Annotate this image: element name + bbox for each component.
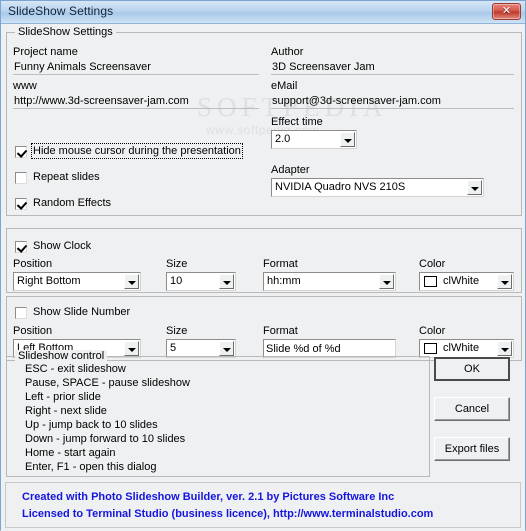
chevron-down-icon[interactable] bbox=[467, 180, 482, 195]
adapter-combo[interactable]: NVIDIA Quadro NVS 210S bbox=[271, 178, 484, 197]
checkbox-box bbox=[15, 241, 27, 253]
clock-color-label: Color bbox=[419, 258, 446, 270]
chevron-down-icon[interactable] bbox=[124, 341, 139, 356]
chevron-down-icon[interactable] bbox=[219, 274, 234, 289]
chevron-down-icon[interactable] bbox=[497, 341, 512, 356]
chevron-down-icon[interactable] bbox=[379, 274, 394, 289]
export-files-button-label: Export files bbox=[444, 443, 500, 455]
cancel-button[interactable]: Cancel bbox=[434, 397, 510, 421]
chevron-down-icon[interactable] bbox=[497, 274, 512, 289]
slide-number-color-label: Color bbox=[419, 325, 446, 337]
effect-time-combo[interactable]: 2.0 bbox=[271, 130, 357, 149]
ok-button-label: OK bbox=[464, 363, 480, 375]
control-line: Down - jump forward to 10 slides bbox=[25, 433, 186, 445]
clock-position-value: Right Bottom bbox=[17, 275, 81, 287]
www-input[interactable] bbox=[13, 94, 259, 109]
close-button[interactable]: ✕ bbox=[492, 3, 521, 20]
random-effects-label: Random Effects bbox=[33, 197, 112, 209]
project-name-label: Project name bbox=[13, 46, 78, 58]
project-name-input[interactable] bbox=[13, 60, 259, 75]
email-label: eMail bbox=[271, 80, 298, 92]
adapter-label: Adapter bbox=[271, 164, 310, 176]
slide-number-format-label: Format bbox=[263, 325, 298, 337]
clock-size-label: Size bbox=[166, 258, 188, 270]
slideshow-settings-window: SlideShow Settings ✕ SOFTPEDIA™ www.soft… bbox=[0, 0, 526, 531]
effect-time-value: 2.0 bbox=[275, 133, 291, 145]
adapter-value: NVIDIA Quadro NVS 210S bbox=[275, 181, 406, 193]
author-input[interactable] bbox=[271, 60, 514, 75]
footer-panel: Created with Photo Slideshow Builder, ve… bbox=[5, 482, 521, 528]
chevron-down-icon[interactable] bbox=[340, 132, 355, 147]
slide-number-size-label: Size bbox=[166, 325, 188, 337]
chevron-down-icon[interactable] bbox=[124, 274, 139, 289]
export-files-button[interactable]: Export files bbox=[434, 437, 510, 461]
control-line: Up - jump back to 10 slides bbox=[25, 419, 158, 431]
email-input[interactable] bbox=[271, 94, 514, 109]
show-slide-number-label: Show Slide Number bbox=[33, 306, 131, 318]
control-line: ESC - exit slideshow bbox=[25, 363, 126, 375]
clock-size-combo[interactable]: 10 bbox=[166, 272, 236, 291]
footer-line-licensed-to: Licensed to Terminal Studio (business li… bbox=[22, 508, 434, 520]
ok-button[interactable]: OK bbox=[434, 357, 510, 381]
dialog-client-area: SOFTPEDIA™ www.softpedia.com SlideShow S… bbox=[1, 24, 525, 531]
control-line: Enter, F1 - open this dialog bbox=[25, 461, 157, 473]
slideshow-settings-group-title: SlideShow Settings bbox=[15, 26, 116, 38]
slide-number-size-value: 5 bbox=[170, 342, 177, 354]
checkbox-box bbox=[15, 172, 27, 184]
footer-line-created-with: Created with Photo Slideshow Builder, ve… bbox=[22, 491, 395, 503]
slide-number-color-combo[interactable]: clWhite bbox=[419, 339, 514, 358]
clock-size-value: 10 bbox=[170, 275, 183, 287]
www-label: www bbox=[13, 80, 37, 92]
window-title: SlideShow Settings bbox=[8, 4, 114, 18]
control-line: Left - prior slide bbox=[25, 391, 101, 403]
checkbox-box bbox=[15, 146, 27, 158]
clock-format-value: hh:mm bbox=[267, 275, 301, 287]
title-bar: SlideShow Settings ✕ bbox=[1, 1, 525, 24]
author-label: Author bbox=[271, 46, 304, 58]
checkbox-box bbox=[15, 307, 27, 319]
control-line: Home - start again bbox=[25, 447, 116, 459]
color-swatch bbox=[424, 276, 437, 287]
clock-position-combo[interactable]: Right Bottom bbox=[13, 272, 141, 291]
clock-format-label: Format bbox=[263, 258, 298, 270]
clock-color-value: clWhite bbox=[443, 275, 480, 287]
hide-mouse-cursor-label: Hide mouse cursor during the presentatio… bbox=[31, 143, 243, 159]
cancel-button-label: Cancel bbox=[454, 403, 490, 415]
clock-format-combo[interactable]: hh:mm bbox=[263, 272, 396, 291]
slideshow-control-group-title: Slideshow control bbox=[15, 350, 108, 362]
checkbox-box bbox=[15, 198, 27, 210]
slide-number-color-value: clWhite bbox=[443, 342, 480, 354]
slide-number-position-label: Position bbox=[13, 325, 53, 337]
show-clock-label: Show Clock bbox=[33, 240, 92, 252]
control-line: Right - next slide bbox=[25, 405, 107, 417]
effect-time-label: Effect time bbox=[271, 116, 323, 128]
repeat-slides-label: Repeat slides bbox=[33, 171, 100, 183]
clock-color-combo[interactable]: clWhite bbox=[419, 272, 514, 291]
chevron-down-icon[interactable] bbox=[219, 341, 234, 356]
close-icon: ✕ bbox=[501, 5, 512, 17]
color-swatch bbox=[424, 343, 437, 354]
clock-position-label: Position bbox=[13, 258, 53, 270]
control-line: Pause, SPACE - pause slideshow bbox=[25, 377, 190, 389]
